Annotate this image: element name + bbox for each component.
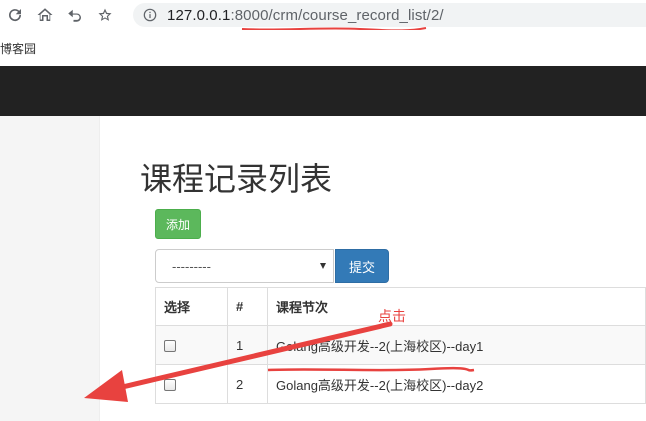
main-content: 课程记录列表 添加 --------- 提交 选择 # 课程节次 1 Golan… bbox=[100, 116, 646, 421]
row-number: 2 bbox=[227, 364, 268, 404]
header-number: # bbox=[227, 287, 268, 326]
caret-down-icon bbox=[320, 263, 326, 269]
row-number: 1 bbox=[227, 325, 268, 365]
header-course-session: 课程节次 bbox=[267, 287, 646, 326]
bookmark-star-icon[interactable] bbox=[90, 0, 120, 30]
table-row: 2 Golang高级开发--2(上海校区)--day2 bbox=[155, 364, 646, 404]
row-checkbox-cell bbox=[155, 325, 228, 365]
action-select[interactable]: --------- bbox=[155, 249, 334, 283]
undo-icon[interactable] bbox=[60, 0, 90, 30]
header-select: 选择 bbox=[155, 287, 228, 326]
address-bar[interactable]: 127.0.0.1:8000/crm/course_record_list/2/ bbox=[133, 3, 646, 27]
home-icon[interactable] bbox=[30, 0, 60, 30]
url-path: :8000/crm/course_record_list/2/ bbox=[230, 6, 444, 24]
sidebar bbox=[0, 116, 100, 421]
top-navbar bbox=[0, 66, 646, 116]
url-text: 127.0.0.1:8000/crm/course_record_list/2/ bbox=[167, 7, 444, 24]
submit-button[interactable]: 提交 bbox=[335, 249, 389, 283]
bookmark-item[interactable]: 博客园 bbox=[0, 40, 36, 57]
row-course-name[interactable]: Golang高级开发--2(上海校区)--day2 bbox=[267, 364, 646, 404]
annotation-label: 点击 bbox=[378, 308, 406, 324]
bookmarks-bar: 博客园 bbox=[0, 30, 646, 66]
add-button[interactable]: 添加 bbox=[155, 209, 201, 239]
select-value: --------- bbox=[172, 258, 211, 274]
row-course-name[interactable]: Golang高级开发--2(上海校区)--day1 bbox=[267, 325, 646, 365]
row-checkbox[interactable] bbox=[164, 340, 176, 353]
row-checkbox[interactable] bbox=[164, 379, 176, 392]
table-row: 1 Golang高级开发--2(上海校区)--day1 bbox=[155, 325, 646, 365]
info-icon[interactable] bbox=[143, 8, 157, 22]
course-record-table: 选择 # 课程节次 1 Golang高级开发--2(上海校区)--day1 2 … bbox=[155, 287, 646, 404]
page-title: 课程记录列表 bbox=[140, 161, 333, 197]
row-checkbox-cell bbox=[155, 364, 228, 404]
url-host: 127.0.0.1 bbox=[167, 6, 231, 24]
reload-icon[interactable] bbox=[0, 0, 30, 30]
